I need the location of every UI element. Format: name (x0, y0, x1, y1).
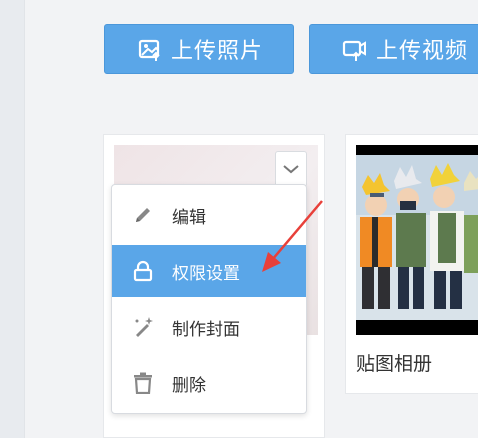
image-upload-icon (137, 36, 163, 62)
menu-item-label: 编辑 (172, 207, 206, 228)
upload-video-button[interactable]: 上传视频 (309, 24, 478, 74)
upload-photo-label: 上传照片 (171, 39, 264, 64)
album-title[interactable]: 贴图相册 (356, 349, 432, 376)
menu-item-permissions[interactable]: 权限设置 (112, 245, 306, 297)
chevron-down-icon (282, 160, 300, 179)
lock-icon (132, 260, 154, 282)
album-options-toggle[interactable] (275, 151, 307, 187)
menu-item-label: 删除 (172, 375, 206, 396)
menu-item-label: 制作封面 (172, 319, 240, 340)
album-card[interactable]: 贴图相册 (345, 134, 478, 394)
menu-item-label: 权限设置 (172, 263, 240, 284)
pencil-icon (132, 204, 154, 226)
magic-wand-icon (132, 316, 154, 338)
menu-item-delete[interactable]: 删除 (112, 357, 306, 409)
album-cover-illustration (356, 145, 478, 335)
upload-video-label: 上传视频 (376, 39, 469, 64)
menu-item-edit[interactable]: 编辑 (112, 189, 306, 241)
menu-item-make-cover[interactable]: 制作封面 (112, 301, 306, 353)
upload-photo-button[interactable]: 上传照片 (104, 24, 294, 74)
trash-icon (132, 372, 154, 395)
album-options-menu: 编辑 权限设置 制作封面 删除 (111, 184, 307, 414)
album-cover-image[interactable] (356, 145, 478, 335)
side-panel-edge (0, 0, 25, 438)
video-upload-icon (342, 36, 368, 62)
